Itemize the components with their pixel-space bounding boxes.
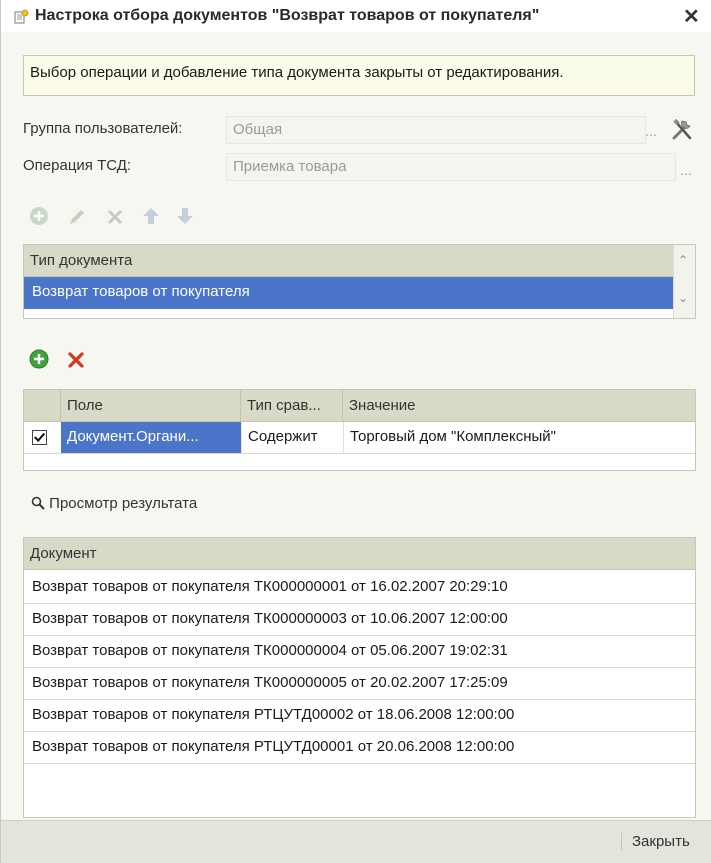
add-icon[interactable] (28, 205, 50, 227)
checkmark-icon (33, 432, 46, 443)
results-table-header: Документ (24, 538, 695, 570)
filter-table: Поле Тип срав... Значение Документ.Орган… (23, 389, 696, 471)
tools-icon[interactable] (671, 117, 695, 143)
info-message: Выбор операции и добавление типа докумен… (23, 55, 695, 96)
document-settings-icon (14, 9, 29, 24)
filter-table-header: Поле Тип срав... Значение (24, 390, 695, 422)
column-header-comparison[interactable]: Тип срав... (241, 390, 343, 421)
delete-icon[interactable] (104, 206, 126, 228)
table-row[interactable]: Возврат товаров от покупателя РТЦУТД0000… (24, 732, 695, 764)
user-group-field[interactable]: Общая (226, 116, 646, 144)
results-table: Документ Возврат товаров от покупателя Т… (23, 537, 696, 818)
arrow-down-icon[interactable] (174, 205, 196, 227)
close-window-button[interactable]: ✕ (683, 4, 700, 29)
column-header-field[interactable]: Поле (61, 390, 241, 421)
document-type-table: Тип документа Возврат товаров от покупат… (23, 244, 696, 319)
table-row[interactable]: Возврат товаров от покупателя ТК00000000… (24, 668, 695, 700)
chevron-up-icon[interactable]: ⌃ (678, 253, 690, 267)
arrow-up-icon[interactable] (140, 205, 162, 227)
column-header-document[interactable]: Документ (24, 538, 695, 569)
filter-settings-window: Настрока отбора документов "Возврат това… (0, 0, 711, 863)
magnifier-icon (31, 496, 45, 510)
delete-filter-icon[interactable] (65, 349, 87, 371)
operation-label: Операция ТСД: (23, 157, 132, 174)
window-title: Настрока отбора документов "Возврат това… (35, 7, 540, 24)
table-row[interactable]: Возврат товаров от покупателя ТК00000000… (24, 572, 695, 604)
footer-bar: Закрыть (1, 820, 711, 863)
table-row[interactable]: С (24, 309, 674, 318)
preview-result-link[interactable]: Просмотр результата (31, 495, 197, 512)
operation-field[interactable]: Приемка товара (226, 153, 676, 181)
user-group-label: Группа пользователей: (23, 120, 183, 137)
document-type-scrollbar[interactable]: ⌃ ⌄ (673, 245, 695, 318)
column-header-check[interactable] (24, 390, 61, 421)
operation-select-button[interactable]: ... (676, 155, 696, 183)
add-filter-icon[interactable] (28, 348, 50, 370)
table-row[interactable]: Документ.Органи... Содержит Торговый дом… (24, 422, 695, 454)
filter-comparison-cell[interactable]: Содержит (241, 422, 343, 453)
document-type-header: Тип документа (24, 245, 674, 277)
pencil-icon[interactable] (66, 206, 88, 228)
table-row[interactable]: Возврат товаров от покупателя ТК00000000… (24, 636, 695, 668)
title-bar[interactable]: Настрока отбора документов "Возврат това… (1, 0, 711, 32)
preview-result-label: Просмотр результата (49, 495, 198, 512)
filter-enabled-checkbox[interactable] (32, 430, 47, 445)
user-group-select-button[interactable]: ... (641, 116, 661, 144)
table-row-selected[interactable]: Возврат товаров от покупателя (24, 277, 674, 309)
filter-field-cell[interactable]: Документ.Органи... (61, 422, 241, 453)
table-row[interactable]: Возврат товаров от покупателя ТК00000000… (24, 604, 695, 636)
column-header-document-type[interactable]: Тип документа (24, 245, 674, 276)
column-header-value[interactable]: Значение (343, 390, 695, 421)
table-row[interactable]: Возврат товаров от покупателя РТЦУТД0000… (24, 700, 695, 732)
close-button[interactable]: Закрыть (621, 833, 690, 850)
filter-value-cell[interactable]: Торговый дом "Комплексный" (343, 422, 695, 453)
chevron-down-icon[interactable]: ⌄ (678, 291, 690, 305)
